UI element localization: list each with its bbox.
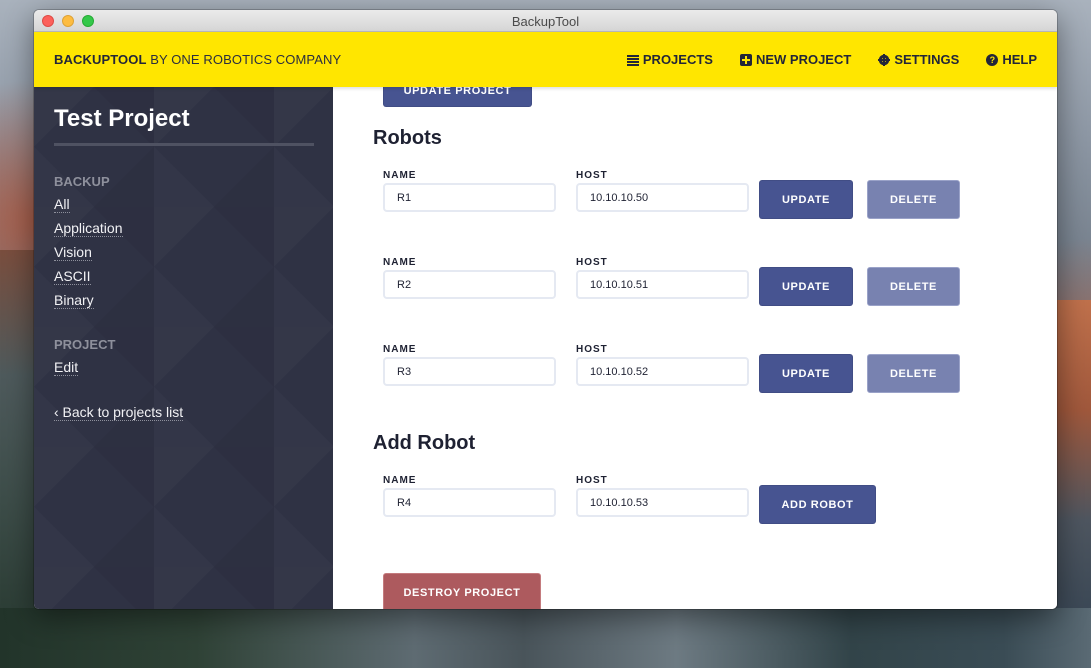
robot-name-input[interactable]: [383, 270, 556, 299]
update-project-button[interactable]: UPDATE PROJECT: [383, 87, 532, 107]
delete-robot-button[interactable]: DELETE: [867, 354, 960, 393]
name-label: NAME: [383, 475, 417, 486]
nav-help[interactable]: ? HELP: [986, 52, 1037, 67]
sidebar-section-project: PROJECT: [54, 337, 116, 352]
backup-links: All Application Vision ASCII Binary: [54, 193, 313, 313]
sidebar-section-backup: BACKUP: [54, 174, 110, 189]
host-label: HOST: [576, 475, 608, 486]
sidebar: Test Project BACKUP All Application Visi…: [34, 87, 333, 609]
nav-settings-label: SETTINGS: [894, 52, 960, 67]
destroy-project-button[interactable]: DESTROY PROJECT: [383, 573, 541, 609]
main-content: UPDATE PROJECT Robots NAME HOST UPDATE D…: [333, 87, 1057, 609]
nav-help-label: HELP: [1002, 52, 1037, 67]
robot-host-input[interactable]: [576, 357, 749, 386]
robot-host-input[interactable]: [576, 270, 749, 299]
nav-links: PROJECTS NEW PROJECT SETTINGS ? HELP: [626, 52, 1037, 67]
robots-heading: Robots: [373, 127, 442, 149]
name-label: NAME: [383, 344, 417, 355]
plus-square-icon: [739, 53, 752, 66]
delete-robot-button[interactable]: DELETE: [867, 267, 960, 306]
gear-icon: [878, 53, 891, 66]
window-title: BackupTool: [511, 14, 580, 29]
robot-row: NAME HOST UPDATE DELETE: [383, 344, 983, 394]
update-robot-button[interactable]: UPDATE: [759, 267, 853, 306]
app-window: BackupTool BACKUPTOOL BY ONE ROBOTICS CO…: [34, 10, 1057, 609]
nav-settings[interactable]: SETTINGS: [878, 52, 959, 67]
project-title: Test Project: [54, 105, 190, 132]
update-robot-button[interactable]: UPDATE: [759, 180, 853, 219]
sidebar-item-vision[interactable]: Vision: [54, 244, 92, 261]
robot-name-input[interactable]: [383, 357, 556, 386]
robot-name-input[interactable]: [383, 183, 556, 212]
nav-new-project-label: NEW PROJECT: [755, 52, 852, 67]
list-icon: [626, 53, 639, 66]
brand-name: BACKUPTOOL: [54, 52, 147, 67]
host-label: HOST: [576, 344, 608, 355]
update-robot-button[interactable]: UPDATE: [759, 354, 853, 393]
sidebar-item-edit[interactable]: Edit: [54, 359, 79, 376]
question-circle-icon: ?: [986, 53, 999, 66]
top-navbar: BACKUPTOOL BY ONE ROBOTICS COMPANY PROJE…: [34, 32, 1057, 87]
new-robot-name-input[interactable]: [383, 488, 556, 517]
project-links: Edit: [54, 356, 313, 380]
window-titlebar[interactable]: BackupTool: [34, 10, 1057, 32]
sidebar-divider: [54, 143, 314, 146]
robot-row: NAME HOST UPDATE DELETE: [383, 257, 983, 307]
sidebar-item-all[interactable]: All: [54, 196, 70, 213]
nav-projects-label: PROJECTS: [642, 52, 713, 67]
name-label: NAME: [383, 170, 417, 181]
brand[interactable]: BACKUPTOOL BY ONE ROBOTICS COMPANY: [54, 52, 341, 67]
new-robot-host-input[interactable]: [576, 488, 749, 517]
delete-robot-button[interactable]: DELETE: [867, 180, 960, 219]
sidebar-item-binary[interactable]: Binary: [54, 292, 94, 309]
sidebar-item-application[interactable]: Application: [54, 220, 123, 237]
back-to-projects-link[interactable]: ‹ Back to projects list: [54, 404, 184, 421]
sidebar-item-ascii[interactable]: ASCII: [54, 268, 91, 285]
name-label: NAME: [383, 257, 417, 268]
host-label: HOST: [576, 170, 608, 181]
brand-tagline: BY ONE ROBOTICS COMPANY: [146, 52, 342, 67]
add-robot-row: NAME HOST ADD ROBOT: [383, 475, 983, 525]
robot-host-input[interactable]: [576, 183, 749, 212]
desktop-wallpaper-bottom: [0, 608, 1091, 668]
host-label: HOST: [576, 257, 608, 268]
add-robot-button[interactable]: ADD ROBOT: [759, 485, 876, 524]
nav-new-project[interactable]: NEW PROJECT: [739, 52, 852, 67]
nav-projects[interactable]: PROJECTS: [626, 52, 713, 67]
robot-row: NAME HOST UPDATE DELETE: [383, 170, 983, 220]
add-robot-heading: Add Robot: [373, 432, 476, 454]
